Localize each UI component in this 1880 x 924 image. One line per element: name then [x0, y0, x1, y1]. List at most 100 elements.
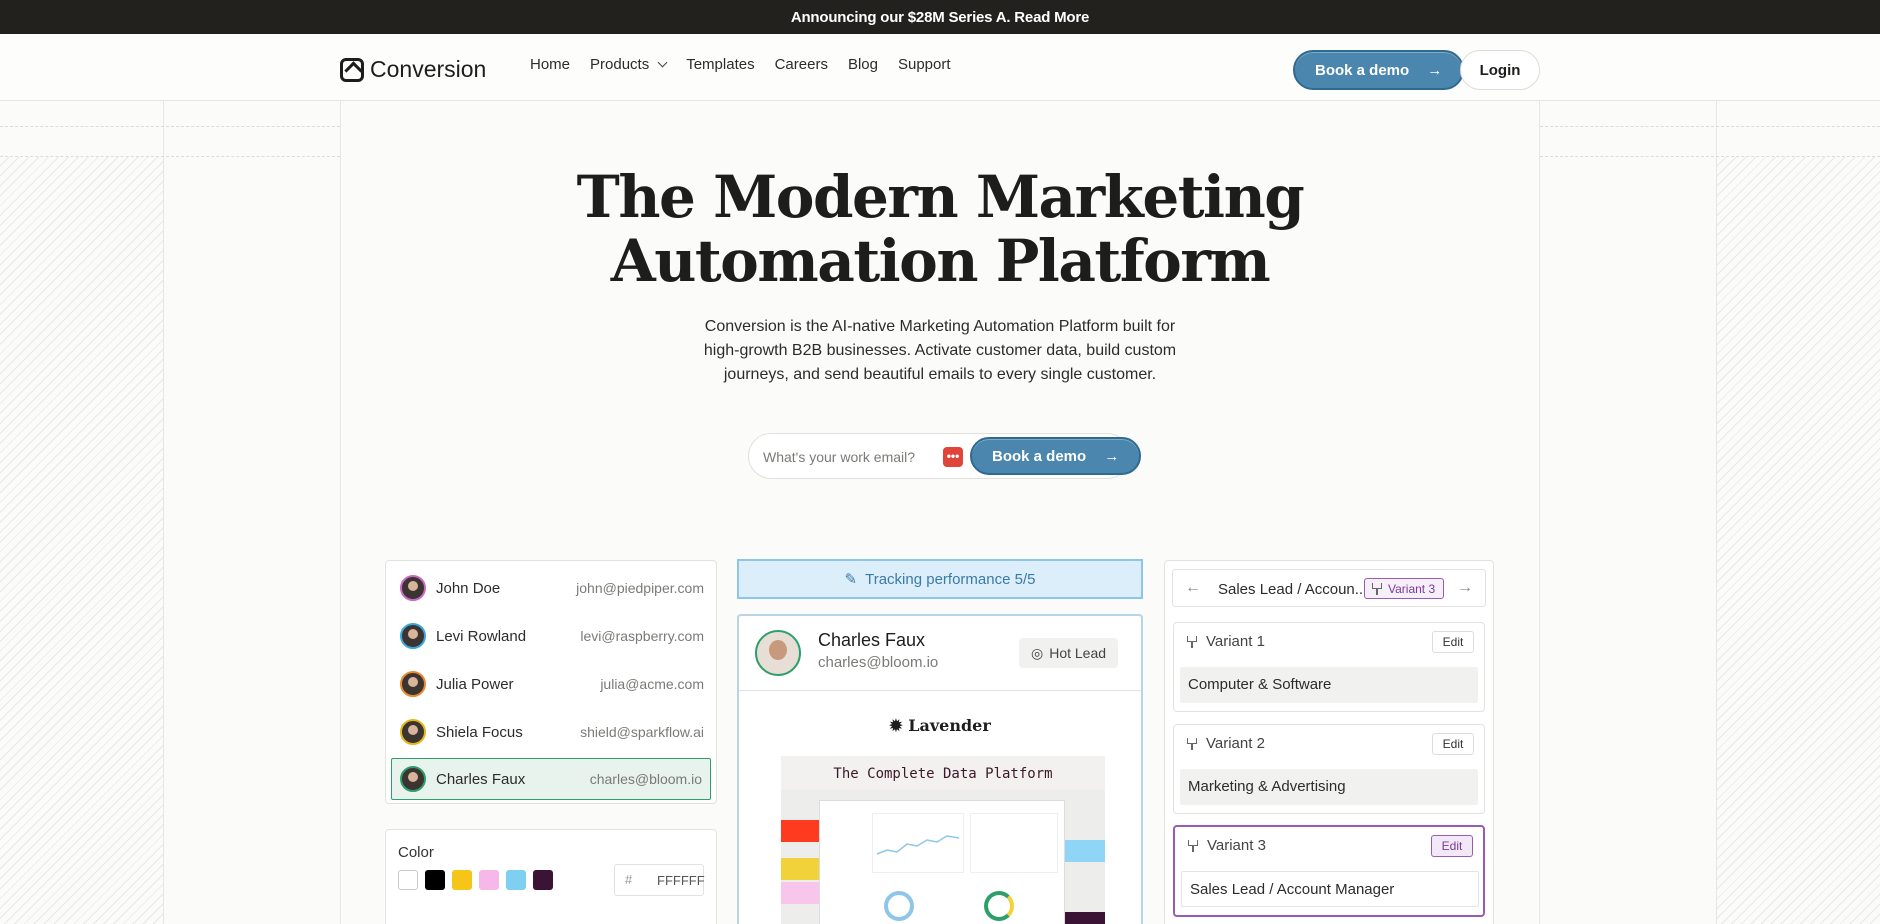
fork-icon: [1371, 582, 1383, 595]
nav-links: Home Products Templates Careers Blog Sup…: [530, 56, 951, 73]
variant-tag-label: Variant 3: [1388, 581, 1436, 596]
variant-tag: Variant 3: [1364, 578, 1445, 599]
email-input[interactable]: What's your work email?: [763, 449, 915, 465]
hatch-right: [1717, 157, 1880, 924]
variant-card-active: Variant 3 Edit Sales Lead / Account Mana…: [1173, 825, 1485, 917]
avatar: [400, 671, 426, 697]
table-thumb: [970, 813, 1058, 873]
fork-icon: [1186, 737, 1198, 750]
hero-subtitle: Conversion is the AI-native Marketing Au…: [690, 315, 1190, 387]
variant-value-field[interactable]: Marketing & Advertising: [1180, 769, 1478, 805]
swatch-pink[interactable]: [479, 870, 499, 890]
list-item[interactable]: John Doe john@piedpiper.com: [392, 567, 712, 609]
contact-name: Shiela Focus: [436, 723, 523, 741]
color-block: [1065, 912, 1105, 924]
variant-title: Variant 1: [1186, 633, 1265, 650]
list-item[interactable]: Levi Rowland levi@raspberry.com: [392, 615, 712, 657]
guide-line: [1540, 126, 1880, 127]
arrow-left-icon[interactable]: ←: [1185, 579, 1201, 597]
hero-book-demo-button[interactable]: Book a demo →: [970, 437, 1142, 475]
hero-book-demo-label: Book a demo: [992, 447, 1087, 465]
hex-value: FFFFFF: [657, 873, 705, 888]
list-item[interactable]: Julia Power julia@acme.com: [392, 663, 712, 705]
color-block: [1065, 840, 1105, 862]
password-manager-icon[interactable]: •••: [943, 447, 963, 467]
login-button[interactable]: Login: [1460, 50, 1540, 90]
contact-email: julia@acme.com: [600, 676, 704, 692]
swatch-plum[interactable]: [533, 870, 553, 890]
target-icon: ◎: [1031, 644, 1044, 661]
arrow-right-icon[interactable]: →: [1457, 579, 1473, 597]
hot-lead-label: Hot Lead: [1049, 645, 1107, 661]
chevron-down-icon: [657, 57, 668, 68]
guide-line: [1539, 101, 1540, 924]
variant-title-label: Variant 3: [1207, 837, 1266, 854]
contact-email: shield@sparkflow.ai: [580, 724, 704, 740]
lead-card: Charles Faux charles@bloom.io ◎ Hot Lead…: [737, 614, 1143, 924]
arrow-right-icon: →: [1104, 447, 1120, 465]
avatar: [400, 623, 426, 649]
guide-line: [0, 156, 340, 157]
color-block: [781, 858, 821, 880]
variant-title-label: Variant 1: [1206, 633, 1265, 650]
announcement-text: Announcing our $28M Series A. Read More: [790, 8, 1090, 26]
dashboard-window: [819, 800, 1065, 924]
nav-careers[interactable]: Careers: [775, 56, 828, 73]
line-chart-thumb: [872, 813, 964, 873]
nav-home[interactable]: Home: [530, 56, 570, 73]
brand-name: Conversion: [370, 56, 487, 82]
divider: [739, 690, 1141, 691]
variant-value-field[interactable]: Computer & Software: [1180, 667, 1478, 703]
nav-products-label: Products: [590, 56, 650, 73]
swatch-yellow[interactable]: [452, 870, 472, 890]
gear-icon: ✹: [889, 716, 903, 735]
list-item[interactable]: Shiela Focus shield@sparkflow.ai: [392, 711, 712, 753]
tracking-performance-bar[interactable]: ✎ Tracking performance 5/5: [737, 559, 1143, 599]
dashboard-preview: [781, 790, 1105, 924]
contact-email: levi@raspberry.com: [580, 628, 704, 644]
color-label: Color: [398, 844, 434, 861]
donut-thumb: [884, 891, 914, 921]
edit-button[interactable]: Edit: [1432, 631, 1474, 653]
avatar: [755, 630, 801, 676]
variant-title: Variant 3: [1187, 837, 1266, 854]
hero-subtitle-line: high-growth B2B businesses. Activate cus…: [703, 342, 1177, 359]
announcement-bar[interactable]: Announcing our $28M Series A. Read More: [0, 0, 1880, 34]
variant-title: Variant 2: [1186, 735, 1265, 752]
donut-thumb: [984, 891, 1014, 921]
nav-products[interactable]: Products: [590, 56, 668, 73]
variants-header: ← Sales Lead / Accoun... Variant 3 →: [1172, 569, 1486, 607]
swatch-white[interactable]: [398, 870, 418, 890]
variants-header-title: Sales Lead / Accoun...: [1218, 581, 1368, 598]
avatar: [400, 766, 426, 792]
nav-book-demo-button[interactable]: Book a demo →: [1293, 50, 1465, 90]
hero-subtitle-line: journeys, and send beautiful emails to e…: [723, 366, 1157, 383]
nav-book-demo-label: Book a demo: [1315, 61, 1410, 79]
color-block: [781, 882, 821, 904]
variant-card: Variant 1 Edit Computer & Software: [1173, 622, 1485, 712]
swatch-black[interactable]: [425, 870, 445, 890]
avatar-face: [769, 640, 787, 660]
hero-title-line: The Modern Marketing: [576, 163, 1305, 231]
line-chart-thumb-svg: [876, 835, 960, 855]
nav-blog[interactable]: Blog: [848, 56, 878, 73]
email-preview-heading: The Complete Data Platform: [781, 756, 1105, 790]
variant-card: Variant 2 Edit Marketing & Advertising: [1173, 724, 1485, 814]
swatch-blue[interactable]: [506, 870, 526, 890]
color-panel: Color # FFFFFF: [385, 829, 717, 924]
nav-templates[interactable]: Templates: [686, 56, 754, 73]
contact-name: John Doe: [436, 579, 501, 597]
hex-input[interactable]: # FFFFFF: [614, 864, 705, 896]
list-item-selected[interactable]: Charles Faux charles@bloom.io: [391, 758, 711, 800]
hot-lead-badge: ◎ Hot Lead: [1019, 638, 1119, 668]
nav-support[interactable]: Support: [898, 56, 951, 73]
contact-email: charles@bloom.io: [589, 771, 702, 787]
variant-value-field[interactable]: Sales Lead / Account Manager: [1181, 871, 1479, 907]
guide-line: [1540, 156, 1880, 157]
edit-button[interactable]: Edit: [1431, 835, 1473, 857]
tracking-label: Tracking performance 5/5: [865, 570, 1036, 588]
contacts-list: John Doe john@piedpiper.com Levi Rowland…: [385, 560, 717, 804]
lead-email: charles@bloom.io: [818, 654, 939, 671]
brand-logo[interactable]: Conversion: [340, 56, 486, 83]
edit-button[interactable]: Edit: [1432, 733, 1474, 755]
